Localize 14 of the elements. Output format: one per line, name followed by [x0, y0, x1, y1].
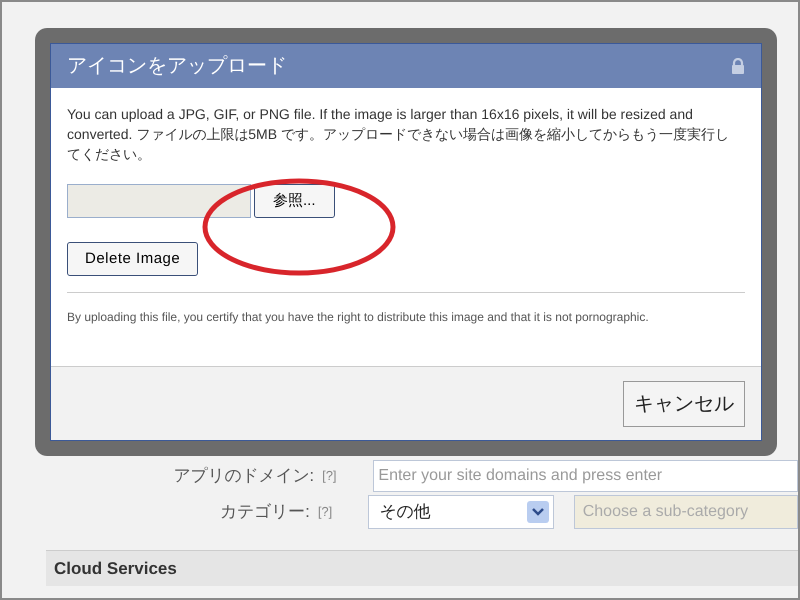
section-header: Cloud Services: [46, 550, 798, 586]
file-path-field[interactable]: [67, 184, 251, 218]
category-dropdown[interactable]: その他: [368, 495, 554, 529]
upload-description: You can upload a JPG, GIF, or PNG file. If the image is larger than 16x16 pixels, it will be resized and converted. ファイルの上限は5MB です。アップロードできない場合は画像を縮小してからもう一度実行してください。: [67, 105, 730, 164]
field-label: アプリのドメイン:: [172, 465, 314, 488]
browse-button[interactable]: 参照...: [254, 184, 335, 218]
disclaimer-text: By uploading this file, you certify that you have the right to distribute this image and that it is not pornographic.: [67, 309, 650, 326]
domain-input-field[interactable]: Enter your site domains and press enter: [373, 460, 798, 492]
chevron-down-icon: [526, 501, 549, 523]
field-label: カテゴリー:: [219, 501, 310, 524]
dialog-title: アイコンをアップロード: [67, 54, 287, 79]
delete-image-button[interactable]: Delete Image: [67, 242, 198, 276]
cancel-button[interactable]: キャンセル: [623, 380, 745, 426]
lock-icon: [731, 58, 745, 74]
